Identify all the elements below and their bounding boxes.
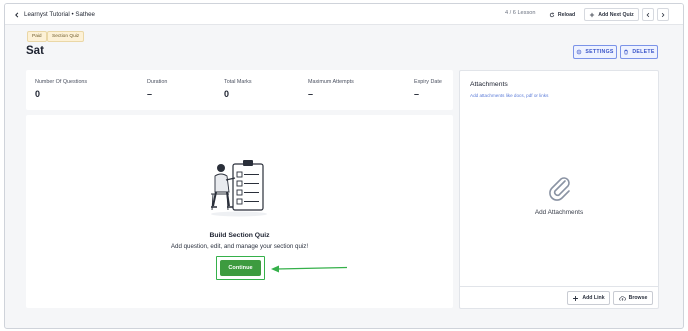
- stat-value: –: [414, 89, 420, 99]
- browse-button[interactable]: Browse: [613, 291, 653, 305]
- delete-button[interactable]: DELETE: [620, 45, 658, 59]
- next-lesson-button[interactable]: [657, 8, 669, 21]
- stat-number-of-questions: Number Of Questions 0: [35, 79, 87, 99]
- stat-label: Total Marks: [224, 79, 252, 85]
- previous-lesson-button[interactable]: [642, 8, 654, 21]
- attachments-panel: Attachments Add attachments like docs, p…: [459, 70, 659, 309]
- lesson-count: 4 / 6 Lesson: [505, 10, 536, 16]
- stat-maximum-attempts: Maximum Attempts –: [308, 79, 354, 99]
- chevron-left-icon: [15, 12, 19, 17]
- stat-label: Duration: [147, 79, 168, 85]
- paid-badge: Paid: [27, 31, 47, 42]
- quiz-illustration: [211, 160, 267, 217]
- attachments-title: Attachments: [470, 81, 508, 88]
- arrow-left-icon: [271, 265, 348, 273]
- add-next-quiz-label: Add Next Quiz: [598, 11, 634, 18]
- stat-value: –: [308, 89, 314, 99]
- cloud-upload-icon: [618, 295, 626, 301]
- top-bar: Learnyst Tutorial • Sathee 4 / 6 Lesson …: [5, 4, 683, 25]
- build-quiz-card: Build Section Quiz Add question, edit, a…: [26, 115, 453, 308]
- section-quiz-badge: Section Quiz: [47, 31, 85, 42]
- trash-icon: [624, 49, 629, 55]
- stat-expiry-date: Expiry Date –: [414, 79, 442, 99]
- page-title: Sat: [26, 45, 44, 57]
- back-label: Learnyst Tutorial • Sathee: [24, 11, 95, 18]
- settings-button[interactable]: SETTINGS: [573, 45, 617, 59]
- stat-value: 0: [35, 89, 41, 99]
- add-link-label: Add Link: [582, 295, 605, 301]
- quiz-stats-card: Number Of Questions 0 Duration – Total M…: [26, 70, 453, 110]
- stat-label: Expiry Date: [414, 79, 442, 85]
- plus-icon: [573, 295, 579, 301]
- back-link[interactable]: Learnyst Tutorial • Sathee: [14, 8, 95, 21]
- stat-value: 0: [224, 89, 230, 99]
- reload-label: Reload: [557, 11, 576, 18]
- attachments-subtitle: Add attachments like docs, pdf or links: [470, 93, 549, 98]
- add-attachments-label[interactable]: Add Attachments: [460, 209, 658, 216]
- stat-value: –: [147, 89, 153, 99]
- delete-label: DELETE: [632, 49, 655, 55]
- browse-label: Browse: [628, 295, 648, 301]
- stat-total-marks: Total Marks 0: [224, 79, 252, 99]
- paperclip-icon: [549, 177, 570, 201]
- reload-button[interactable]: Reload: [544, 8, 580, 21]
- divider: [460, 286, 658, 287]
- stat-label: Maximum Attempts: [308, 79, 354, 85]
- app-window: Learnyst Tutorial • Sathee 4 / 6 Lesson …: [4, 3, 684, 329]
- gear-icon: [577, 49, 582, 55]
- settings-label: SETTINGS: [585, 49, 614, 55]
- build-quiz-subtitle: Add question, edit, and manage your sect…: [170, 243, 309, 250]
- chevron-left-icon: [646, 12, 650, 17]
- stat-duration: Duration –: [147, 79, 167, 99]
- add-link-button[interactable]: Add Link: [567, 291, 610, 305]
- chevron-right-icon: [661, 12, 665, 17]
- add-next-quiz-button[interactable]: Add Next Quiz: [584, 8, 639, 21]
- stat-label: Number Of Questions: [35, 79, 88, 85]
- plus-icon: [590, 12, 595, 17]
- continue-button[interactable]: Continue: [220, 260, 261, 276]
- reload-icon: [549, 11, 555, 17]
- build-quiz-title: Build Section Quiz: [209, 232, 270, 239]
